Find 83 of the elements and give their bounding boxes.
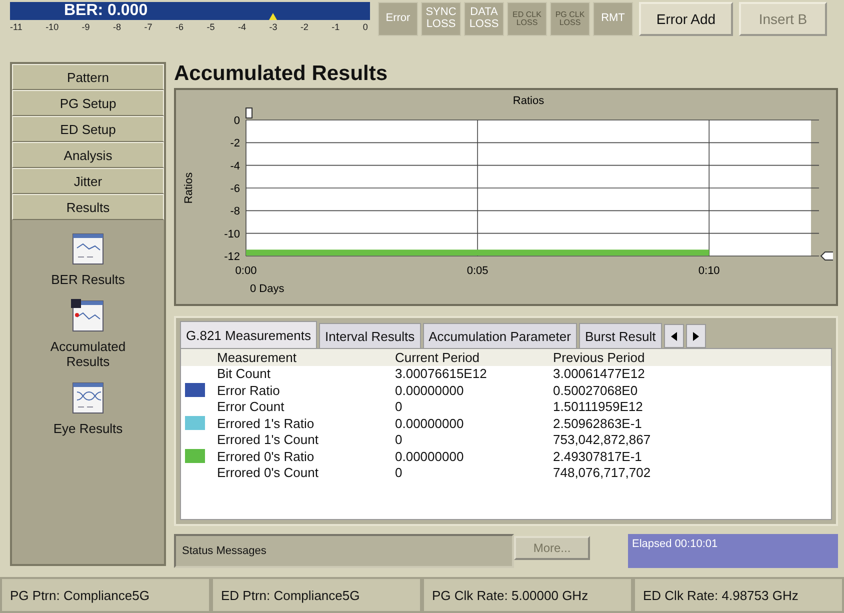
status-bar-field: ED Clk Rate: 4.98753 GHz (633, 577, 844, 613)
table-cell-text: 0.50027068E0 (553, 382, 639, 398)
table-cell-text: Error Count (217, 399, 286, 414)
y-tick-label: -10 (224, 228, 240, 240)
status-bar-field: PG Clk Rate: 5.00000 GHz (422, 577, 633, 613)
status-bar-field: ED Ptrn: Compliance5G (211, 577, 422, 613)
scale-label: -1 (332, 21, 340, 34)
tool-label[interactable]: Eye Results (33, 421, 143, 436)
scale-label: -4 (238, 21, 246, 34)
scale-label: -2 (300, 21, 308, 34)
table-cell-text: 2.50962863E-1 (553, 416, 643, 431)
tab[interactable]: G.821 Measurements (180, 321, 318, 348)
tool-label[interactable]: Accumulated Results (33, 339, 143, 369)
table-cell-text: Bit Count (217, 366, 272, 382)
table-cell-text: 0 (395, 465, 404, 480)
table-cell-text: 753,042,872,867 (553, 432, 652, 448)
status-bar-field: PG Ptrn: Compliance5G (0, 577, 211, 613)
status-indicator: DATA LOSS (464, 2, 504, 36)
right-arrow-icon (692, 332, 699, 340)
status-indicator: SYNC LOSS (421, 2, 461, 36)
cursor-handle[interactable] (820, 252, 833, 260)
tab[interactable]: Burst Result (578, 323, 662, 348)
page-title: Accumulated Results (174, 62, 389, 87)
x-tick-label: 0:10 (698, 265, 720, 277)
status-indicator: RMT (593, 2, 633, 36)
table-cell-text: 748,076,717,702 (553, 465, 652, 480)
y-axis-label: Ratios (183, 172, 195, 204)
y-tick-label: 0 (234, 115, 240, 127)
tab[interactable]: Interval Results (319, 323, 421, 348)
scale-label: -5 (206, 21, 215, 34)
ber-value: BER: 0.000 (64, 2, 148, 20)
table-cell-text: Errored 1's Count (217, 432, 320, 448)
scale-label: -7 (144, 21, 152, 34)
tab[interactable]: Accumulation Parameter (422, 323, 577, 348)
column-header: Measurement (217, 350, 298, 365)
cursor-handle[interactable] (246, 108, 252, 118)
table-cell-text: 0 (395, 432, 404, 448)
scale-label: -9 (82, 21, 90, 34)
table-cell-text: 2.49307817E-1 (553, 448, 643, 464)
table-cell-text: 3.00076615E12 (395, 366, 488, 382)
status-indicator: Error (378, 2, 418, 36)
y-tick-label: -4 (230, 160, 240, 172)
scroll-right-button[interactable] (686, 324, 706, 348)
left-arrow-icon (670, 332, 677, 340)
chart-title: Ratios (512, 95, 544, 107)
status-indicator: PG CLK LOSS (550, 2, 590, 36)
x-tick-label: 0:05 (466, 265, 488, 277)
nav-tab[interactable]: Results (12, 194, 164, 220)
scale-label: -8 (113, 21, 122, 34)
scale-label: -10 (46, 21, 59, 34)
table-cell-text: 0.00000000 (395, 382, 465, 398)
table-cell-text: Error Ratio (217, 382, 281, 398)
table-cell-text: Errored 0's Count (217, 465, 320, 480)
nav-tab[interactable]: Analysis (12, 142, 164, 168)
status-indicator: ED CLK LOSS (507, 2, 547, 36)
elapsed-time: Elapsed 00:10:01 (628, 534, 838, 568)
y-tick-label: -6 (230, 183, 240, 195)
table-cell-text: 0.00000000 (395, 416, 465, 431)
nav-tab[interactable]: Pattern (12, 64, 164, 90)
nav-tab[interactable]: Jitter (12, 168, 164, 194)
y-tick-label: -2 (230, 138, 240, 150)
x-tick-label: 0:00 (235, 265, 257, 277)
column-header: Previous Period (553, 350, 646, 365)
table-cell-text: 3.00061477E12 (553, 366, 646, 382)
table-cell-text: 1.50111959E12 (553, 399, 644, 414)
status-messages: Status Messages (174, 534, 514, 568)
scale-label: -3 (269, 21, 278, 34)
table-cell-text: 0.00000000 (395, 448, 465, 464)
scale-label: -11 (10, 21, 22, 34)
scale-label: 0 (362, 21, 368, 34)
scale-label: -6 (176, 21, 184, 34)
y-tick-label: -8 (230, 206, 240, 218)
toolbar-button[interactable]: Error Add (639, 2, 733, 36)
table-cell-text: Errored 1's Ratio (217, 416, 316, 431)
table-cell-text: Errored 0's Ratio (217, 448, 316, 464)
table-cell-text: 0 (395, 399, 404, 414)
x-axis-label: 0 Days (250, 283, 284, 295)
nav-tab[interactable]: PG Setup (12, 90, 164, 116)
column-header: Current Period (395, 350, 481, 365)
nav-tab[interactable]: ED Setup (12, 116, 164, 142)
y-tick-label: -12 (224, 251, 240, 263)
tool-label[interactable]: BER Results (33, 272, 143, 287)
scroll-left-button[interactable] (664, 324, 684, 348)
